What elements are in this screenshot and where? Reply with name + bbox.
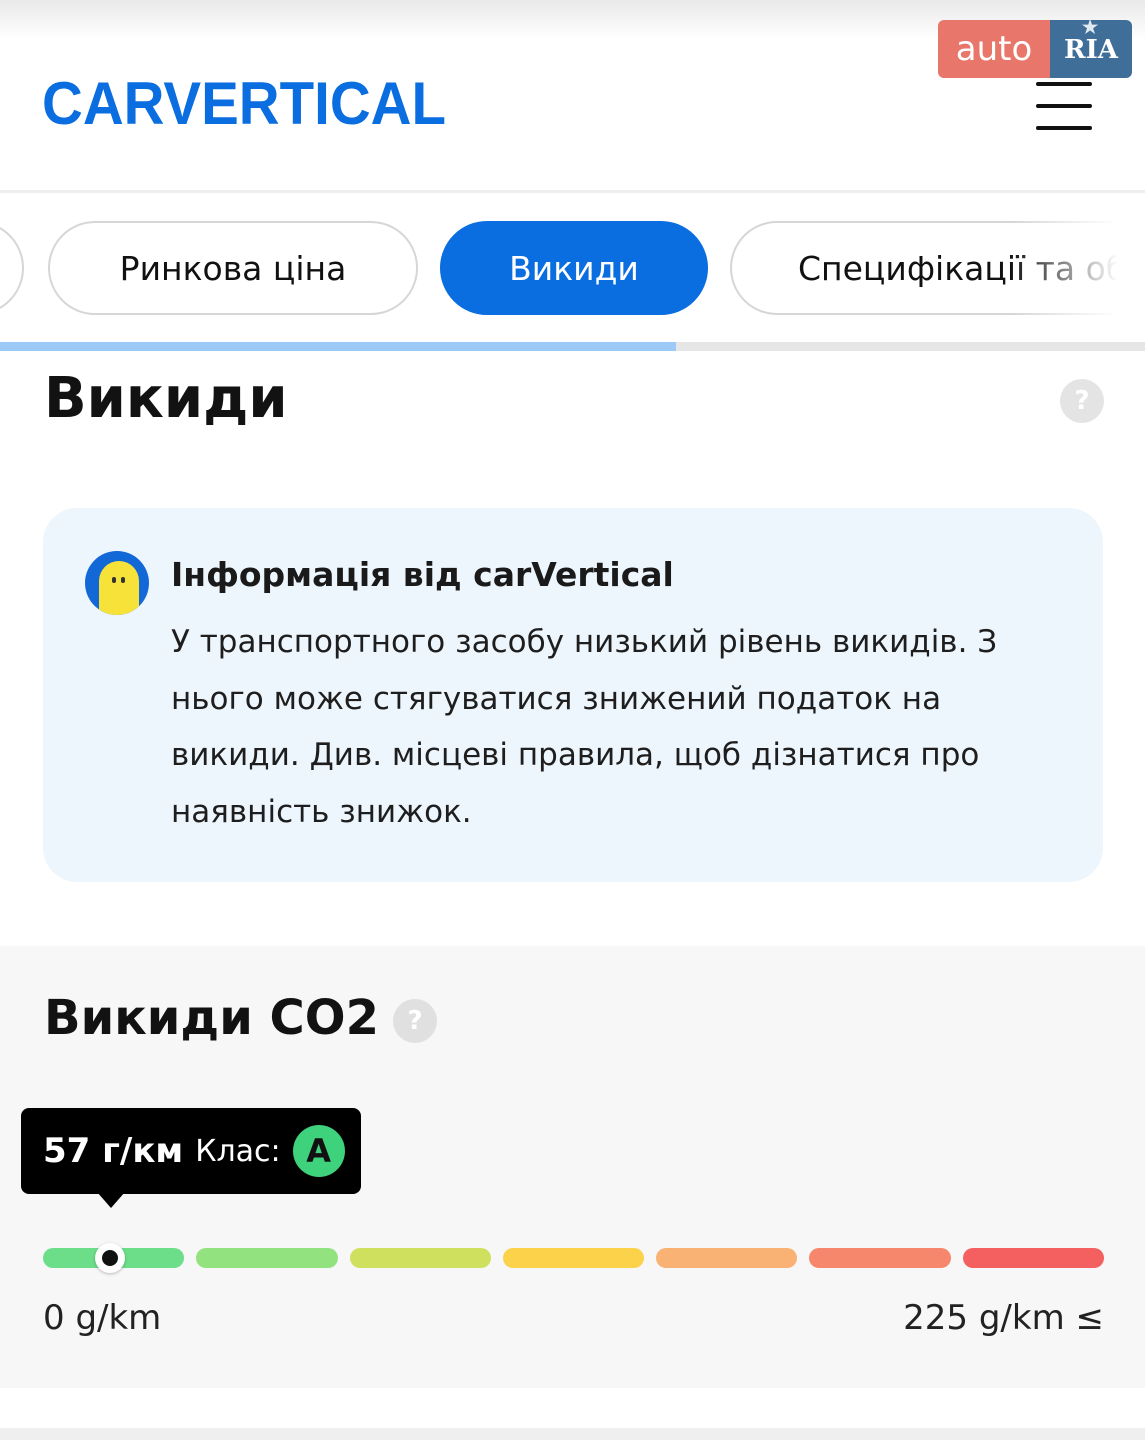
- co2-value: 57 г/км: [43, 1131, 184, 1171]
- co2-scale-segment: [809, 1248, 951, 1268]
- co2-scale: [43, 1243, 1104, 1273]
- tab-previous[interactable]: [0, 221, 24, 315]
- tab-emissions[interactable]: Викиди: [440, 221, 708, 315]
- star-icon: ★: [1082, 17, 1099, 38]
- info-card: Інформація від carVertical У транспортно…: [43, 508, 1103, 882]
- co2-value-tooltip: 57 г/км Клас: A: [21, 1108, 361, 1208]
- menu-line: [1036, 82, 1092, 86]
- menu-line: [1036, 126, 1092, 130]
- mascot-eye: [112, 577, 116, 583]
- co2-scale-segment: [502, 1248, 645, 1268]
- tabs-scroll-progress: [0, 342, 1145, 351]
- tabs-scroll-progress-fill: [0, 342, 676, 351]
- carvertical-mascot-icon: [85, 551, 149, 615]
- co2-class-badge: A: [292, 1125, 345, 1177]
- autoria-badge-auto: auto: [938, 20, 1050, 78]
- co2-emissions-section: Викиди CO2 ? 57 г/км Клас: A 0 g/km 225 …: [0, 946, 1145, 1388]
- section-tabs: Ринкова ціна Викиди Специфікації та обл: [0, 193, 1145, 343]
- co2-title: Викиди CO2: [44, 990, 379, 1046]
- autoria-badge-ria: ★ RIA: [1050, 17, 1132, 78]
- hamburger-menu-icon[interactable]: [1034, 82, 1094, 130]
- tab-market-price[interactable]: Ринкова ціна: [48, 221, 418, 315]
- menu-line: [1036, 104, 1092, 108]
- info-card-title: Інформація від carVertical: [171, 555, 674, 594]
- co2-scale-max-label: 225 g/km ≤: [903, 1298, 1104, 1338]
- site-header: CARVERTICAL auto ★ RIA: [0, 0, 1145, 190]
- svg-text:CARVERTICAL: CARVERTICAL: [42, 70, 446, 132]
- co2-scale-segment: [962, 1248, 1104, 1268]
- tab-specifications[interactable]: Специфікації та обл: [730, 221, 1145, 315]
- co2-scale-segment: [349, 1248, 491, 1268]
- help-icon[interactable]: ?: [393, 999, 437, 1043]
- co2-scale-min-label: 0 g/km: [43, 1298, 162, 1338]
- co2-class-label: Клас:: [195, 1133, 281, 1169]
- tooltip-arrow: [97, 1192, 125, 1208]
- co2-scale-segment: [196, 1248, 338, 1268]
- help-icon[interactable]: ?: [1060, 379, 1104, 423]
- autoria-badge-ria-text: RIA: [1064, 35, 1118, 65]
- autoria-badge[interactable]: auto ★ RIA: [938, 17, 1132, 78]
- co2-scale-segment: [656, 1248, 798, 1268]
- co2-scale-marker: [94, 1243, 125, 1273]
- info-card-text: У транспортного засобу низький рівень ви…: [171, 624, 998, 830]
- next-section-edge: [0, 1428, 1145, 1440]
- carvertical-logo[interactable]: CARVERTICAL: [40, 62, 450, 132]
- mascot-body: [99, 561, 139, 615]
- page-title: Викиди: [44, 366, 288, 431]
- mascot-eye: [121, 577, 125, 583]
